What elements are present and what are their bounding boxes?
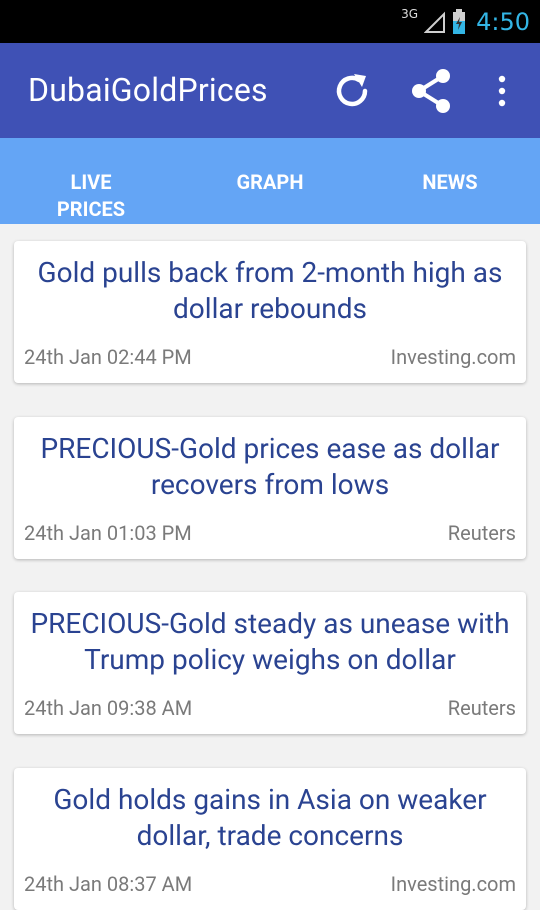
battery-icon	[452, 8, 466, 35]
overflow-menu-button[interactable]	[480, 67, 524, 115]
news-card[interactable]: Gold holds gains in Asia on weaker dolla…	[14, 768, 526, 910]
news-card[interactable]: Gold pulls back from 2-month high as dol…	[14, 241, 526, 383]
news-headline: PRECIOUS-Gold steady as unease with Trum…	[30, 607, 510, 676]
news-source: Investing.com	[390, 872, 516, 896]
refresh-button[interactable]	[330, 67, 374, 115]
tab-bar: LIVE PRICES GRAPH NEWS	[0, 138, 540, 224]
news-date: 24th Jan 02:44 PM	[24, 345, 192, 369]
news-date: 24th Jan 01:03 PM	[24, 521, 192, 545]
status-bar: 3G 4:50	[0, 0, 540, 43]
tab-live-prices[interactable]: LIVE PRICES	[40, 169, 142, 223]
share-button[interactable]	[409, 67, 453, 115]
news-source: Reuters	[447, 521, 516, 545]
news-source: Investing.com	[390, 345, 516, 369]
news-source: Reuters	[447, 696, 516, 720]
news-headline: Gold pulls back from 2-month high as dol…	[37, 256, 503, 325]
more-vert-icon	[498, 75, 506, 107]
news-headline: Gold holds gains in Asia on weaker dolla…	[53, 783, 487, 852]
status-time: 4:50	[476, 7, 530, 36]
tab-live-prices-label-line2: PRICES	[56, 197, 126, 221]
app-title: DubaiGoldPrices	[28, 71, 268, 109]
tab-news[interactable]: NEWS	[400, 169, 500, 196]
tab-live-prices-label-line1: LIVE	[70, 170, 112, 194]
news-date: 24th Jan 08:37 AM	[24, 872, 193, 896]
signal-icon	[424, 10, 446, 34]
news-card[interactable]: PRECIOUS-Gold steady as unease with Trum…	[14, 592, 526, 734]
news-card[interactable]: PRECIOUS-Gold prices ease as dollar reco…	[14, 417, 526, 559]
app-bar: DubaiGoldPrices	[0, 43, 540, 138]
share-icon	[412, 69, 450, 113]
status-icons: 3G 4:50	[401, 0, 530, 43]
tab-graph[interactable]: GRAPH	[215, 169, 325, 196]
news-headline: PRECIOUS-Gold prices ease as dollar reco…	[40, 432, 500, 501]
refresh-icon	[336, 74, 368, 107]
network-type: 3G	[401, 6, 419, 21]
news-date: 24th Jan 09:38 AM	[24, 696, 193, 720]
